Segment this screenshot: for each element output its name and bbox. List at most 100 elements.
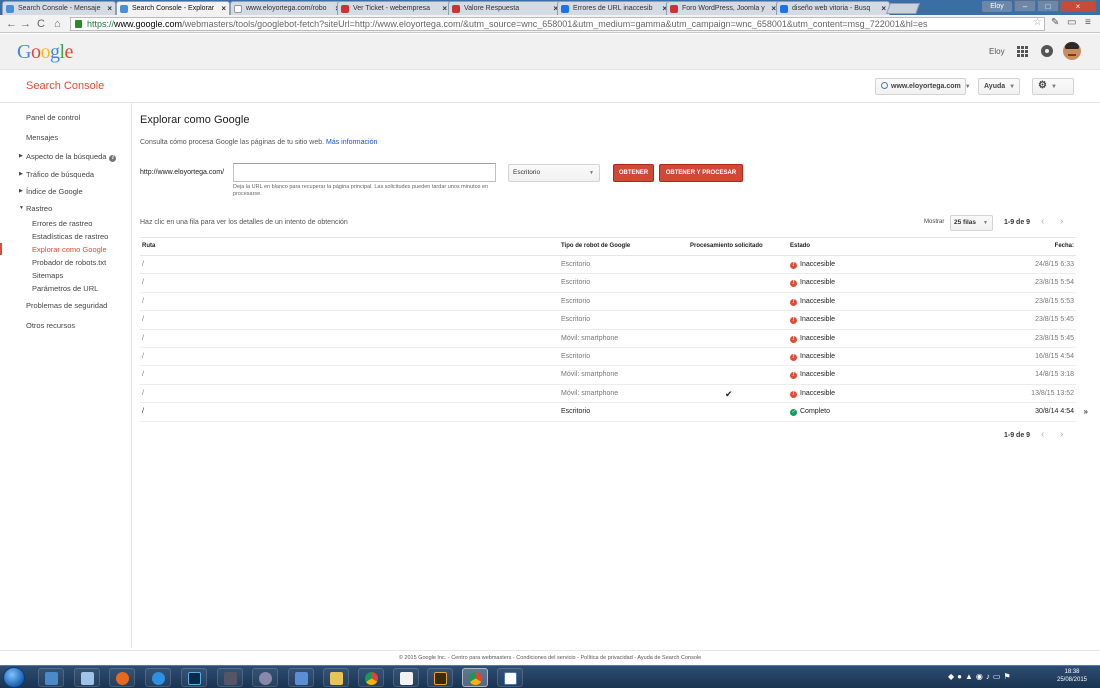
row-path: / bbox=[142, 261, 144, 268]
info-icon[interactable]: i bbox=[109, 155, 117, 162]
row-date: 23/8/15 5:45 bbox=[1035, 334, 1074, 342]
browser-tab[interactable]: Errores de URL inaccesib × bbox=[557, 1, 671, 15]
menu-icon[interactable]: ≡ bbox=[1085, 17, 1091, 28]
minimize-icon[interactable]: – bbox=[1014, 0, 1036, 12]
chevron-left-icon[interactable]: ‹ bbox=[1041, 429, 1044, 440]
taskbar-app-network[interactable] bbox=[252, 668, 278, 687]
sidebar-item-robots-tester[interactable]: Probador de robots.txt bbox=[32, 258, 106, 267]
browser-tab[interactable]: diseño web vitoria - Busq × bbox=[776, 1, 890, 15]
taskbar-app-explorer[interactable] bbox=[38, 668, 64, 687]
sidebar-item-search-appearance[interactable]: Aspecto de la búsqueda i bbox=[26, 152, 117, 162]
taskbar-app-notepad[interactable] bbox=[74, 668, 100, 687]
column-header-date[interactable]: Fecha: bbox=[1055, 238, 1074, 255]
browser-tab[interactable]: Foro WordPress, Joomla y × bbox=[666, 1, 780, 15]
table-row[interactable]: / Escritorio ! Inaccesible 23/8/15 5:45 bbox=[140, 311, 1076, 330]
browser-profile-chip[interactable]: Eloy bbox=[982, 1, 1012, 12]
new-tab-button[interactable] bbox=[885, 3, 921, 14]
sidebar-item-sitemaps[interactable]: Sitemaps bbox=[32, 271, 63, 280]
close-window-icon[interactable]: × bbox=[1060, 0, 1096, 12]
sidebar-item-fetch-as-google[interactable]: Explorar como Google bbox=[32, 245, 107, 254]
row-status: ! Inaccesible bbox=[790, 311, 835, 329]
taskbar-app-chrome[interactable] bbox=[358, 668, 384, 687]
taskbar-app-document[interactable] bbox=[497, 668, 523, 687]
avatar[interactable] bbox=[1063, 42, 1081, 60]
chevron-left-icon[interactable]: ‹ bbox=[1041, 216, 1044, 227]
table-row[interactable]: / Móvil: smartphone ✔ ! Inaccesible 13/8/… bbox=[140, 385, 1076, 404]
address-bar[interactable]: https://www.google.com/webmasters/tools/… bbox=[70, 17, 1045, 31]
sidebar-item-search-traffic[interactable]: Tráfico de búsqueda bbox=[26, 170, 94, 179]
more-info-link[interactable]: Más información bbox=[326, 139, 377, 146]
site-selector[interactable]: www.eloyortega.com ▼ bbox=[875, 78, 971, 95]
browser-tab[interactable]: www.eloyortega.com/robo× bbox=[230, 1, 344, 15]
close-icon[interactable]: × bbox=[442, 2, 447, 15]
row-robot: Escritorio bbox=[561, 297, 591, 305]
fetch-and-render-button[interactable]: OBTENER Y PROCESAR bbox=[659, 164, 743, 182]
expand-chevron-icon[interactable]: » bbox=[1084, 403, 1088, 421]
extension-icon[interactable]: ✎ bbox=[1051, 17, 1059, 28]
search-console-bar: Search Console www.eloyortega.com ▼ Ayuda… bbox=[0, 70, 1100, 103]
url-input[interactable] bbox=[233, 163, 496, 182]
browser-tab[interactable]: Search Console - Mensaje × bbox=[2, 1, 116, 15]
reload-icon[interactable]: C bbox=[37, 17, 45, 31]
start-button[interactable] bbox=[3, 667, 25, 688]
cast-icon[interactable]: ▭ bbox=[1067, 17, 1076, 28]
column-header-status[interactable]: Estado bbox=[790, 238, 810, 255]
home-icon[interactable]: ⌂ bbox=[54, 17, 61, 31]
device-select[interactable]: Escritorio ▼ bbox=[508, 164, 600, 182]
chevron-right-icon[interactable]: › bbox=[1060, 429, 1063, 440]
taskbar-app-chrome-active[interactable] bbox=[462, 668, 488, 687]
sidebar-item-crawl-stats[interactable]: Estadísticas de rastreo bbox=[32, 232, 108, 241]
sidebar-item-crawl-errors[interactable]: Errores de rastreo bbox=[32, 219, 92, 228]
row-path: / bbox=[142, 316, 144, 324]
column-header-path[interactable]: Ruta bbox=[142, 238, 155, 255]
taskbar-app-tool[interactable] bbox=[217, 668, 243, 687]
chevron-right-icon[interactable]: › bbox=[1060, 216, 1063, 227]
taskbar-clock[interactable]: 18:38 25/08/2015 bbox=[1050, 668, 1094, 684]
browser-tab[interactable]: Valore Respuesta × bbox=[448, 1, 562, 15]
table-row[interactable]: / Escritorio ✓ Completo 30/8/14 4:54 » bbox=[140, 403, 1088, 422]
sidebar-item-messages[interactable]: Mensajes bbox=[26, 133, 58, 142]
taskbar-app-bridge[interactable] bbox=[427, 668, 453, 687]
table-row[interactable]: / Móvil: smartphone ! Inaccesible 14/8/15… bbox=[140, 366, 1076, 385]
sidebar-item-google-index[interactable]: Índice de Google bbox=[26, 187, 83, 196]
gear-icon: ⚙ bbox=[1038, 80, 1047, 91]
page-footer[interactable]: © 2015 Google Inc. - Centro para webmast… bbox=[0, 650, 1100, 665]
table-row[interactable]: / Escritorio ! Inaccesible 24/8/15 6:33 bbox=[140, 256, 1076, 275]
maximize-icon[interactable]: □ bbox=[1037, 0, 1059, 12]
sidebar-item-other-resources[interactable]: Otros recursos bbox=[26, 321, 75, 330]
taskbar-app-firefox[interactable] bbox=[109, 668, 135, 687]
bookmark-star-icon[interactable]: ☆ bbox=[1033, 17, 1042, 28]
apps-grid-icon[interactable] bbox=[1017, 46, 1028, 57]
sidebar-item-dashboard[interactable]: Panel de control bbox=[26, 113, 80, 122]
notifications-icon[interactable] bbox=[1041, 45, 1053, 57]
settings-button[interactable]: ⚙ ▼ bbox=[1032, 78, 1074, 95]
forward-arrow-icon[interactable]: → bbox=[20, 17, 31, 31]
table-row[interactable]: / Móvil: smartphone ! Inaccesible 23/8/15… bbox=[140, 330, 1076, 348]
help-label: Ayuda bbox=[984, 83, 1006, 90]
column-header-processing[interactable]: Procesamiento solicitado bbox=[690, 238, 763, 255]
taskbar-app-ie[interactable] bbox=[145, 668, 171, 687]
taskbar-app-photoshop[interactable] bbox=[181, 668, 207, 687]
table-row[interactable]: / Escritorio ! Inaccesible 23/8/15 5:54 bbox=[140, 274, 1076, 293]
taskbar-app-folder[interactable] bbox=[323, 668, 349, 687]
taskbar-app-editor[interactable] bbox=[288, 668, 314, 687]
browser-tab[interactable]: Ver Ticket - webempresa × bbox=[337, 1, 451, 15]
help-button[interactable]: Ayuda ▼ bbox=[978, 78, 1020, 95]
column-header-robot[interactable]: Tipo de robot de Google bbox=[561, 238, 630, 255]
fetch-button[interactable]: OBTENER bbox=[613, 164, 654, 182]
taskbar-app-grid[interactable] bbox=[393, 668, 419, 687]
product-title[interactable]: Search Console bbox=[26, 80, 104, 92]
google-logo[interactable]: Google bbox=[17, 41, 73, 64]
user-name[interactable]: Eloy bbox=[989, 47, 1005, 56]
back-arrow-icon[interactable]: ← bbox=[6, 17, 17, 31]
close-icon[interactable]: × bbox=[221, 2, 226, 15]
table-row[interactable]: / Escritorio ! Inaccesible 16/8/15 4:54 bbox=[140, 348, 1076, 367]
sidebar-item-url-parameters[interactable]: Parámetros de URL bbox=[32, 284, 98, 293]
close-icon[interactable]: × bbox=[107, 2, 112, 15]
system-tray[interactable]: ◆●▲◉♪▭⚑ bbox=[948, 672, 1014, 681]
sidebar-item-security[interactable]: Problemas de seguridad bbox=[26, 301, 107, 310]
sidebar-item-crawl[interactable]: Rastreo bbox=[26, 204, 52, 213]
rows-per-page-select[interactable]: 25 filas ▼ bbox=[950, 215, 993, 231]
browser-tab-active[interactable]: Search Console - Explorar × bbox=[116, 1, 230, 15]
table-row[interactable]: / Escritorio ! Inaccesible 23/8/15 5:53 bbox=[140, 293, 1076, 312]
